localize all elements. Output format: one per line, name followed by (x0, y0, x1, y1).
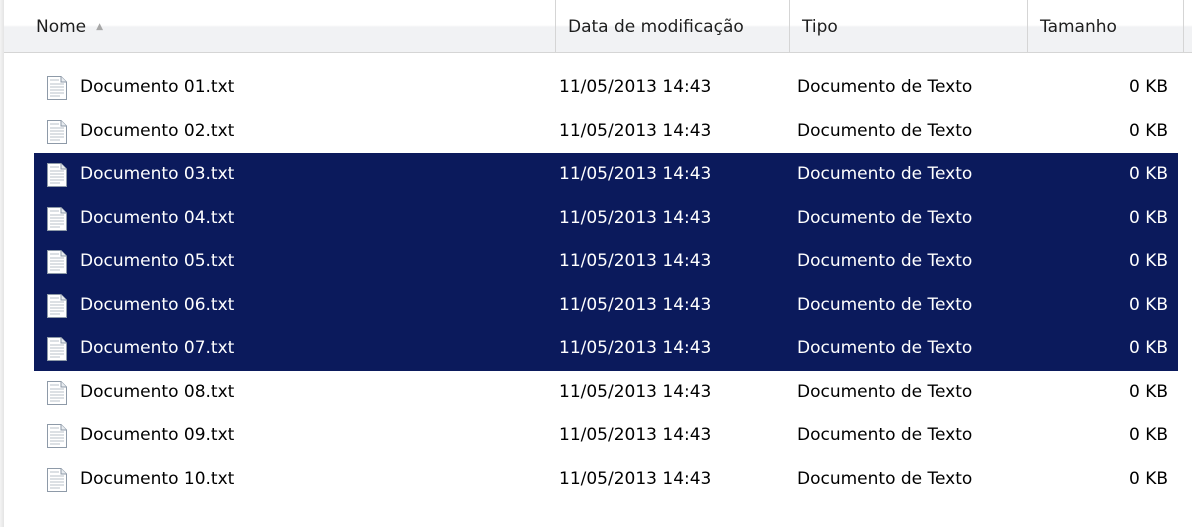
file-size: 0 KB (1128, 164, 1168, 184)
column-header-type[interactable]: Tipo (790, 0, 1028, 52)
file-row[interactable]: Documento 01.txt 11/05/2013 14:43 Docume… (0, 66, 1192, 110)
file-row[interactable]: Documento 07.txt 11/05/2013 14:43 Docume… (0, 327, 1192, 371)
file-name: Documento 09.txt (80, 425, 235, 445)
file-date-modified: 11/05/2013 14:43 (559, 338, 712, 358)
text-document-icon (46, 197, 72, 241)
file-size: 0 KB (1128, 77, 1168, 97)
file-row[interactable]: Documento 05.txt 11/05/2013 14:43 Docume… (0, 240, 1192, 284)
text-document-icon (46, 153, 72, 197)
file-date-modified: 11/05/2013 14:43 (559, 77, 712, 97)
file-explorer-list: Nome ▲ Data de modificação Tipo Tamanho (0, 0, 1192, 527)
file-date-modified: 11/05/2013 14:43 (559, 251, 712, 271)
file-type: Documento de Texto (797, 120, 973, 141)
file-date-modified: 11/05/2013 14:43 (559, 294, 712, 315)
file-name: Documento 02.txt (80, 120, 235, 141)
file-size: 0 KB (1128, 425, 1168, 445)
file-date-modified: 11/05/2013 14:43 (559, 468, 712, 489)
file-size: 0 KB (1128, 468, 1168, 489)
sort-ascending-icon: ▲ (96, 22, 104, 32)
file-type: Documento de Texto (797, 338, 973, 358)
file-date-modified: 11/05/2013 14:43 (559, 425, 712, 445)
column-header-date-label: Data de modificação (568, 17, 744, 37)
file-type: Documento de Texto (797, 425, 973, 445)
file-name: Documento 05.txt (80, 251, 235, 271)
column-header-size[interactable]: Tamanho (1028, 0, 1184, 52)
text-document-icon (46, 327, 72, 371)
text-document-icon (46, 66, 72, 110)
file-date-modified: 11/05/2013 14:43 (559, 164, 712, 184)
text-document-icon (46, 371, 72, 415)
file-row[interactable]: Documento 04.txt 11/05/2013 14:43 Docume… (0, 196, 1192, 241)
file-row[interactable]: Documento 06.txt 11/05/2013 14:43 Docume… (0, 283, 1192, 328)
text-document-icon (46, 284, 72, 328)
file-type: Documento de Texto (797, 77, 973, 97)
file-type: Documento de Texto (797, 468, 973, 489)
file-type: Documento de Texto (797, 207, 973, 228)
file-size: 0 KB (1128, 294, 1168, 315)
column-header-bar: Nome ▲ Data de modificação Tipo Tamanho (4, 0, 1192, 53)
file-size: 0 KB (1128, 251, 1168, 271)
file-type: Documento de Texto (797, 294, 973, 315)
file-name: Documento 07.txt (80, 338, 235, 358)
text-document-icon (46, 110, 72, 154)
file-date-modified: 11/05/2013 14:43 (559, 381, 712, 402)
file-size: 0 KB (1128, 338, 1168, 358)
file-name: Documento 03.txt (80, 164, 235, 184)
file-row[interactable]: Documento 10.txt 11/05/2013 14:43 Docume… (0, 458, 1192, 502)
column-header-type-label: Tipo (802, 17, 838, 37)
text-document-icon (46, 414, 72, 458)
file-date-modified: 11/05/2013 14:43 (559, 120, 712, 141)
file-size: 0 KB (1128, 207, 1168, 228)
file-size: 0 KB (1128, 381, 1168, 402)
column-header-name[interactable]: Nome ▲ (12, 0, 556, 52)
column-header-size-label: Tamanho (1040, 17, 1117, 37)
file-name: Documento 04.txt (80, 207, 235, 228)
text-document-icon (46, 458, 72, 502)
file-row[interactable]: Documento 08.txt 11/05/2013 14:43 Docume… (0, 371, 1192, 415)
text-document-icon (46, 240, 72, 284)
file-size: 0 KB (1128, 120, 1168, 141)
file-type: Documento de Texto (797, 251, 973, 271)
file-name: Documento 10.txt (80, 468, 235, 489)
file-name: Documento 08.txt (80, 381, 235, 402)
file-list: Documento 01.txt 11/05/2013 14:43 Docume… (0, 66, 1192, 501)
file-name: Documento 01.txt (80, 77, 235, 97)
file-type: Documento de Texto (797, 381, 973, 402)
column-header-name-label: Nome (36, 17, 87, 37)
file-type: Documento de Texto (797, 164, 973, 184)
file-row[interactable]: Documento 09.txt 11/05/2013 14:43 Docume… (0, 414, 1192, 458)
file-row[interactable]: Documento 03.txt 11/05/2013 14:43 Docume… (0, 153, 1192, 197)
file-name: Documento 06.txt (80, 294, 235, 315)
file-row[interactable]: Documento 02.txt 11/05/2013 14:43 Docume… (0, 110, 1192, 154)
column-header-date[interactable]: Data de modificação (556, 0, 790, 52)
file-date-modified: 11/05/2013 14:43 (559, 207, 712, 228)
